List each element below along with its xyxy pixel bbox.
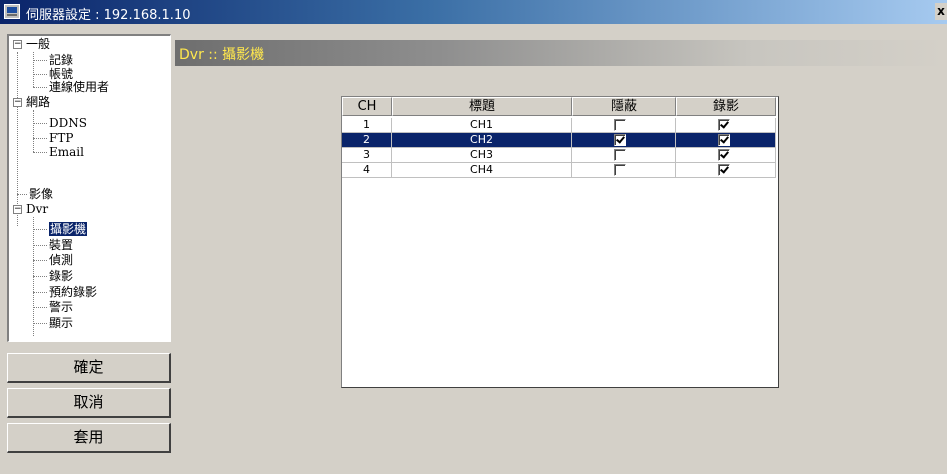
camera-table[interactable]: CH 標題 隱蔽 錄影 1 CH1 2 CH2 3 CH3 4 CH4 [341,96,779,388]
tree-item-detection[interactable]: 偵測 [49,253,73,267]
table-row[interactable]: 2 CH2 [342,133,776,148]
cell-covert [572,118,676,133]
covert-checkbox[interactable] [614,149,626,161]
tree-connector [17,52,18,226]
section-header: Dvr :: 攝影機 [175,40,947,66]
ok-button[interactable]: 確定 [7,353,171,383]
tree-connector [33,110,34,152]
tree-item-ddns[interactable]: DDNS [49,116,87,130]
tree-item-email[interactable]: Email [49,145,84,159]
cell-title[interactable]: CH1 [392,118,572,133]
collapse-toggle-icon[interactable]: − [13,40,22,49]
covert-checkbox[interactable] [614,134,626,146]
tree-node-network[interactable]: 網路 [26,95,50,109]
cell-ch: 1 [342,118,392,133]
tree-item-recording[interactable]: 錄影 [49,269,73,283]
tree-item-log[interactable]: 記錄 [49,53,73,67]
tree-item-alarm[interactable]: 警示 [49,300,73,314]
column-header-ch[interactable]: CH [342,97,392,116]
collapse-toggle-icon[interactable]: − [13,98,22,107]
cell-covert [572,133,676,148]
close-button[interactable]: x [935,3,947,20]
cell-covert [572,148,676,163]
cell-title[interactable]: CH4 [392,163,572,178]
cell-covert [572,163,676,178]
tree-node-image[interactable]: 影像 [29,187,53,201]
table-row[interactable]: 1 CH1 [342,118,776,133]
apply-button[interactable]: 套用 [7,423,171,453]
server-app-icon [4,4,20,19]
cancel-button[interactable]: 取消 [7,388,171,418]
tree-item-scheduled-recording[interactable]: 預約錄影 [49,285,97,299]
covert-checkbox[interactable] [614,119,626,131]
tree-item-camera-label: 攝影機 [49,222,88,236]
cell-ch: 4 [342,163,392,178]
section-title: Dvr :: 攝影機 [179,47,265,63]
tree-item-connected-users[interactable]: 連線使用者 [49,80,109,94]
column-header-covert[interactable]: 隱蔽 [572,97,676,116]
record-checkbox[interactable] [718,149,730,161]
cell-ch: 2 [342,133,392,148]
cell-record [676,148,776,163]
table-row[interactable]: 4 CH4 [342,163,776,178]
record-checkbox[interactable] [718,134,730,146]
settings-tree[interactable]: − 一般 記錄 帳號 連線使用者 − 網路 DDNS FTP Email 影像 … [7,34,171,342]
cell-record [676,163,776,178]
tree-item-ftp[interactable]: FTP [49,131,73,145]
covert-checkbox[interactable] [614,164,626,176]
tree-item-display[interactable]: 顯示 [49,316,73,330]
cell-record [676,133,776,148]
column-header-title[interactable]: 標題 [392,97,572,116]
tree-item-device[interactable]: 裝置 [49,238,73,252]
cell-record [676,118,776,133]
tree-item-account[interactable]: 帳號 [49,67,73,81]
tree-node-dvr[interactable]: Dvr [26,202,48,216]
cell-title[interactable]: CH2 [392,133,572,148]
window-title-bar: 伺服器設定 : 192.168.1.10 x [0,0,947,24]
column-header-record[interactable]: 錄影 [676,97,776,116]
tree-connector [33,52,34,87]
collapse-toggle-icon[interactable]: − [13,205,22,214]
cell-title[interactable]: CH3 [392,148,572,163]
window-title: 伺服器設定 : 192.168.1.10 [26,8,191,23]
cell-ch: 3 [342,148,392,163]
tree-item-camera[interactable]: 攝影機 [49,222,88,236]
tree-node-general[interactable]: 一般 [26,37,50,51]
record-checkbox[interactable] [718,119,730,131]
table-row[interactable]: 3 CH3 [342,148,776,163]
record-checkbox[interactable] [718,164,730,176]
